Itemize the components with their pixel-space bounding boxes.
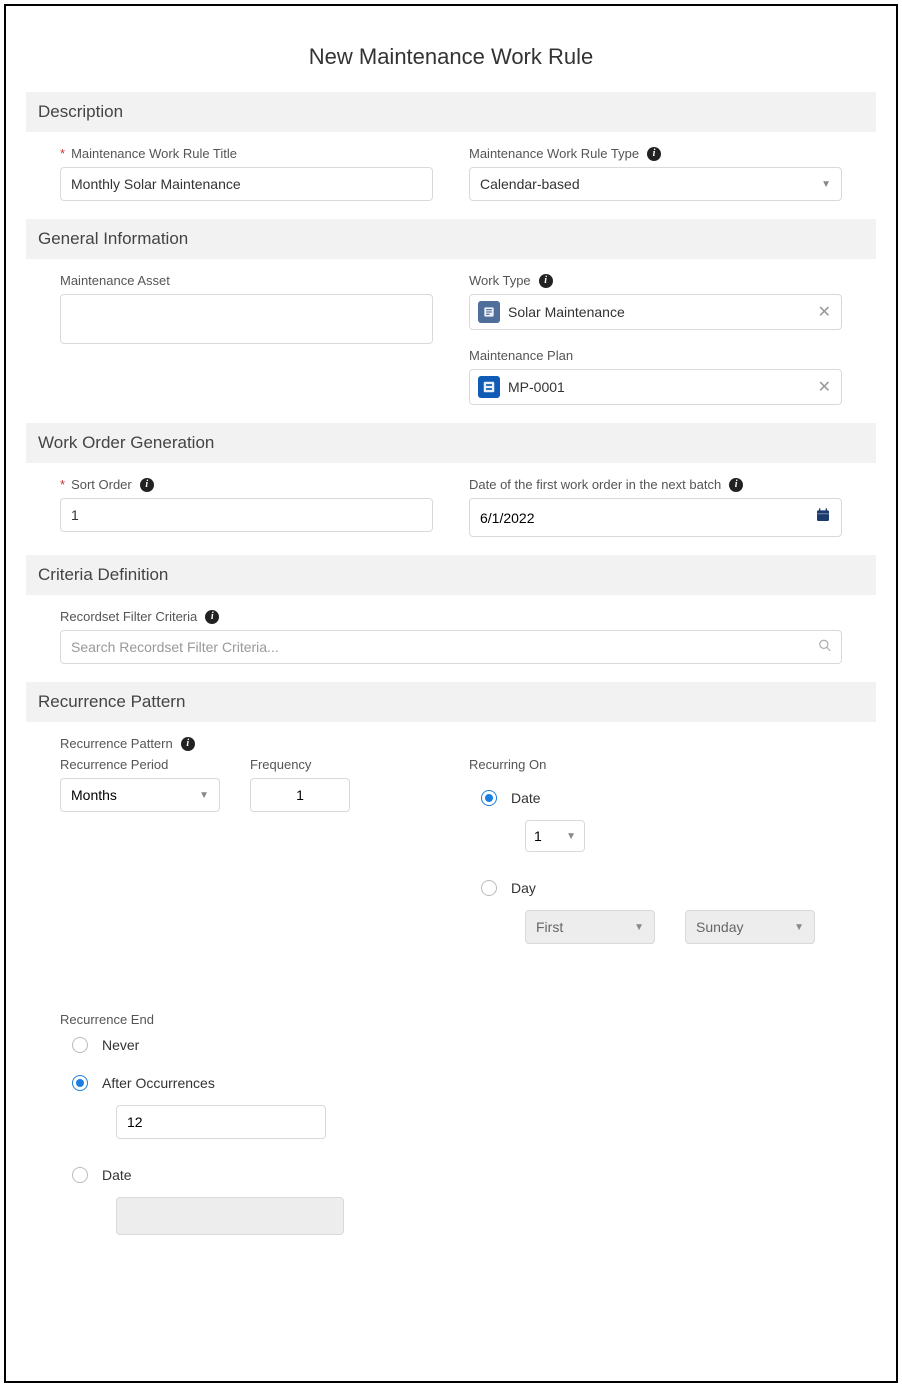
info-icon[interactable]: i xyxy=(205,610,219,624)
radio-end-date-label: Date xyxy=(102,1167,132,1183)
radio-end-after[interactable] xyxy=(72,1075,88,1091)
asset-input[interactable] xyxy=(60,294,433,344)
radio-end-after-label: After Occurrences xyxy=(102,1075,215,1091)
info-icon[interactable]: i xyxy=(181,737,195,751)
section-header-criteria: Criteria Definition xyxy=(26,555,876,595)
period-label: Recurrence Period xyxy=(60,757,220,772)
end-label: Recurrence End xyxy=(60,1012,842,1027)
info-icon[interactable]: i xyxy=(140,478,154,492)
date-value-select[interactable]: 1 ▼ xyxy=(525,820,585,852)
radio-date[interactable] xyxy=(481,790,497,806)
radio-date-label: Date xyxy=(511,790,541,806)
radio-end-date[interactable] xyxy=(72,1167,88,1183)
required-star: * xyxy=(60,146,65,161)
page-title: New Maintenance Work Rule xyxy=(26,44,876,70)
calendar-icon[interactable] xyxy=(815,507,831,528)
pattern-label: Recurrence Pattern i xyxy=(60,736,842,751)
chevron-down-icon: ▼ xyxy=(566,831,576,842)
asset-label: Maintenance Asset xyxy=(60,273,433,288)
plan-icon xyxy=(478,376,500,398)
day-ordinal-select[interactable]: First ▼ xyxy=(525,910,655,944)
info-icon[interactable]: i xyxy=(729,478,743,492)
radio-end-never[interactable] xyxy=(72,1037,88,1053)
radio-day-label: Day xyxy=(511,880,536,896)
chevron-down-icon: ▼ xyxy=(794,922,804,933)
type-select[interactable]: Calendar-based ▼ xyxy=(469,167,842,201)
title-input[interactable] xyxy=(60,167,433,201)
info-icon[interactable]: i xyxy=(647,147,661,161)
plan-value: MP-0001 xyxy=(508,379,565,395)
sort-label: * Sort Order i xyxy=(60,477,433,492)
required-star: * xyxy=(60,477,65,492)
firstdate-input[interactable]: 6/1/2022 xyxy=(469,498,842,537)
close-icon[interactable]: ✕ xyxy=(816,302,833,322)
chevron-down-icon: ▼ xyxy=(821,179,831,190)
period-select[interactable]: Months ▼ xyxy=(60,778,220,812)
section-header-general: General Information xyxy=(26,219,876,259)
chevron-down-icon: ▼ xyxy=(634,922,644,933)
worktype-lookup[interactable]: Solar Maintenance ✕ xyxy=(469,294,842,330)
radio-end-never-label: Never xyxy=(102,1037,139,1053)
title-label: * Maintenance Work Rule Title xyxy=(60,146,433,161)
plan-lookup[interactable]: MP-0001 ✕ xyxy=(469,369,842,405)
frequency-label: Frequency xyxy=(250,757,350,772)
end-date-input[interactable] xyxy=(116,1197,344,1235)
worktype-label: Work Type i xyxy=(469,273,842,288)
section-header-recurrence: Recurrence Pattern xyxy=(26,682,876,722)
sort-input[interactable] xyxy=(60,498,433,532)
after-occurrences-input[interactable] xyxy=(116,1105,326,1139)
filter-label: Recordset Filter Criteria i xyxy=(60,609,842,624)
firstdate-label: Date of the first work order in the next… xyxy=(469,477,842,492)
day-weekday-select[interactable]: Sunday ▼ xyxy=(685,910,815,944)
filter-search-input[interactable] xyxy=(60,630,842,664)
section-header-workorder: Work Order Generation xyxy=(26,423,876,463)
plan-label: Maintenance Plan xyxy=(469,348,842,363)
radio-day[interactable] xyxy=(481,880,497,896)
frequency-input[interactable] xyxy=(250,778,350,812)
worktype-value: Solar Maintenance xyxy=(508,304,625,320)
type-label: Maintenance Work Rule Type i xyxy=(469,146,842,161)
worktype-icon xyxy=(478,301,500,323)
info-icon[interactable]: i xyxy=(539,274,553,288)
close-icon[interactable]: ✕ xyxy=(816,377,833,397)
section-header-description: Description xyxy=(26,92,876,132)
recurring-on-label: Recurring On xyxy=(469,757,842,772)
search-icon xyxy=(818,639,832,656)
chevron-down-icon: ▼ xyxy=(199,790,209,801)
